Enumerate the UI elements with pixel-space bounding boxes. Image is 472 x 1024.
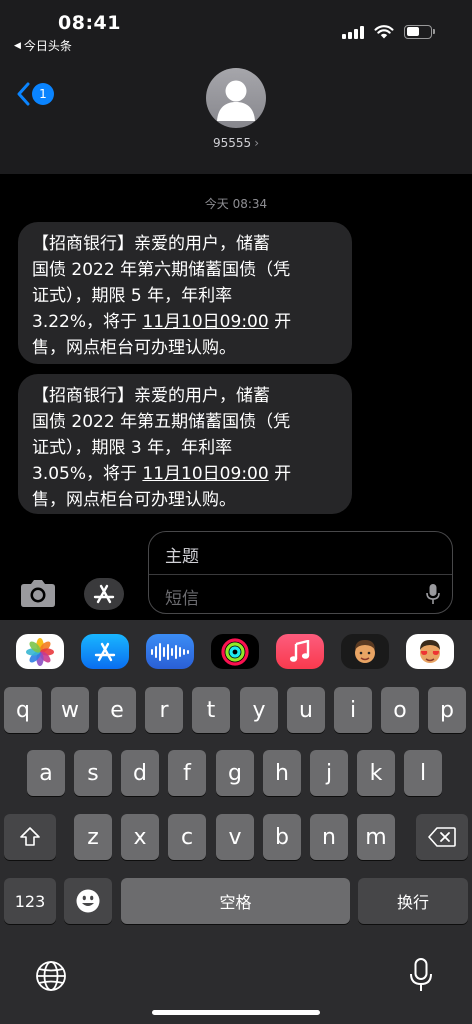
- dictation-microphone-icon[interactable]: [408, 957, 434, 993]
- message-text: 开: [268, 312, 292, 332]
- music-icon[interactable]: [276, 634, 324, 669]
- message-line: 【招商银行】亲爱的用户，储蓄: [32, 386, 270, 406]
- contact-avatar[interactable]: [206, 68, 266, 128]
- message-line: 国债 2022 年第五期储蓄国债（凭: [32, 412, 291, 432]
- contact-name-button[interactable]: 95555 ›: [0, 136, 472, 150]
- activity-rings-icon[interactable]: [211, 634, 259, 669]
- key-x[interactable]: x: [121, 814, 159, 860]
- memoji-icon[interactable]: [341, 634, 389, 669]
- shift-arrow-icon: [20, 827, 40, 846]
- person-icon: [217, 80, 255, 121]
- message-line: 证式），期限 3 年，年利率: [32, 438, 233, 458]
- numbers-key[interactable]: 123: [4, 878, 56, 924]
- date-link[interactable]: 11月10日09:00: [142, 312, 268, 332]
- key-o[interactable]: o: [381, 687, 419, 733]
- key-q[interactable]: q: [4, 687, 42, 733]
- space-bar[interactable]: 空格: [121, 878, 350, 924]
- key-a[interactable]: a: [27, 750, 65, 796]
- camera-button[interactable]: [18, 578, 58, 610]
- subject-field[interactable]: 主题: [165, 542, 199, 567]
- key-z[interactable]: z: [74, 814, 112, 860]
- microphone-icon[interactable]: [426, 583, 440, 605]
- chevron-left-icon: [17, 82, 30, 106]
- key-w[interactable]: w: [51, 687, 89, 733]
- emoji-smiley-icon: [76, 889, 100, 913]
- camera-icon: [21, 580, 55, 607]
- emoji-key[interactable]: [64, 878, 112, 924]
- message-bubble[interactable]: 【招商银行】亲爱的用户，储蓄 国债 2022 年第五期储蓄国债（凭 证式），期限…: [18, 374, 352, 514]
- chevron-right-icon: ›: [254, 136, 259, 150]
- key-y[interactable]: y: [240, 687, 278, 733]
- message-line: 3.05%，将于 11月10日09:00 开: [32, 461, 338, 487]
- audio-message-icon[interactable]: [146, 634, 194, 669]
- return-key[interactable]: 换行: [358, 878, 468, 924]
- key-i[interactable]: i: [334, 687, 372, 733]
- globe-icon[interactable]: [34, 959, 68, 993]
- key-h[interactable]: h: [263, 750, 301, 796]
- photos-icon[interactable]: [16, 634, 64, 669]
- message-line: 售，网点柜台可办理认购。: [32, 490, 236, 510]
- message-line: 售，网点柜台可办理认购。: [32, 338, 236, 358]
- imessage-app-strip: [0, 634, 472, 670]
- message-timestamp: 今天 08:34: [204, 197, 268, 211]
- date-link[interactable]: 11月10日09:00: [142, 464, 268, 484]
- key-j[interactable]: j: [310, 750, 348, 796]
- key-f[interactable]: f: [168, 750, 206, 796]
- message-input[interactable]: 短信: [165, 584, 199, 609]
- key-g[interactable]: g: [216, 750, 254, 796]
- compose-field[interactable]: 主题 短信: [148, 531, 453, 614]
- contact-name: 95555: [213, 136, 252, 150]
- backspace-icon: [428, 827, 456, 847]
- key-c[interactable]: c: [168, 814, 206, 860]
- status-indicators: [342, 24, 435, 39]
- status-bar: 08:41 ◀ 今日头条: [0, 0, 472, 58]
- key-s[interactable]: s: [74, 750, 112, 796]
- message-text: 3.22%，将于: [32, 312, 143, 332]
- key-m[interactable]: m: [357, 814, 395, 860]
- key-b[interactable]: b: [263, 814, 301, 860]
- key-t[interactable]: t: [192, 687, 230, 733]
- message-text: 开: [268, 464, 292, 484]
- keyboard: q w e r t y u i o p a s d f g h j k l z …: [0, 620, 472, 1024]
- app-store-icon[interactable]: [81, 634, 129, 669]
- cellular-signal-icon: [342, 25, 364, 39]
- memoji-stickers-icon[interactable]: [406, 634, 454, 669]
- key-v[interactable]: v: [216, 814, 254, 860]
- status-time: 08:41: [58, 12, 121, 34]
- message-bubble[interactable]: 【招商银行】亲爱的用户，储蓄 国债 2022 年第六期储蓄国债（凭 证式），期限…: [18, 222, 352, 364]
- key-n[interactable]: n: [310, 814, 348, 860]
- back-app-label: 今日头条: [23, 39, 72, 53]
- key-e[interactable]: e: [98, 687, 136, 733]
- message-line: 国债 2022 年第六期储蓄国债（凭: [32, 260, 291, 280]
- back-triangle-icon: ◀: [14, 40, 21, 51]
- message-line: 证式），期限 5 年，年利率: [32, 286, 233, 306]
- message-line: 【招商银行】亲爱的用户，储蓄: [32, 234, 270, 254]
- app-store-glyph-icon: [93, 584, 115, 604]
- battery-icon: [404, 24, 435, 39]
- shift-key[interactable]: [4, 814, 56, 860]
- message-line: 3.22%，将于 11月10日09:00 开: [32, 309, 338, 335]
- home-indicator[interactable]: [152, 1010, 320, 1015]
- app-store-apps-button[interactable]: [84, 578, 124, 610]
- key-d[interactable]: d: [121, 750, 159, 796]
- key-r[interactable]: r: [145, 687, 183, 733]
- conversation-header: 1 95555 ›: [0, 58, 472, 174]
- key-l[interactable]: l: [404, 750, 442, 796]
- unread-count-badge: 1: [32, 83, 54, 105]
- battery-level: [406, 27, 420, 36]
- key-u[interactable]: u: [287, 687, 325, 733]
- compose-divider: [149, 574, 452, 575]
- message-text: 3.05%，将于: [32, 464, 143, 484]
- back-to-app-button[interactable]: ◀ 今日头条: [14, 37, 72, 54]
- wifi-icon: [374, 25, 394, 39]
- delete-key[interactable]: [416, 814, 468, 860]
- back-button[interactable]: 1: [16, 82, 54, 106]
- key-k[interactable]: k: [357, 750, 395, 796]
- key-p[interactable]: p: [428, 687, 466, 733]
